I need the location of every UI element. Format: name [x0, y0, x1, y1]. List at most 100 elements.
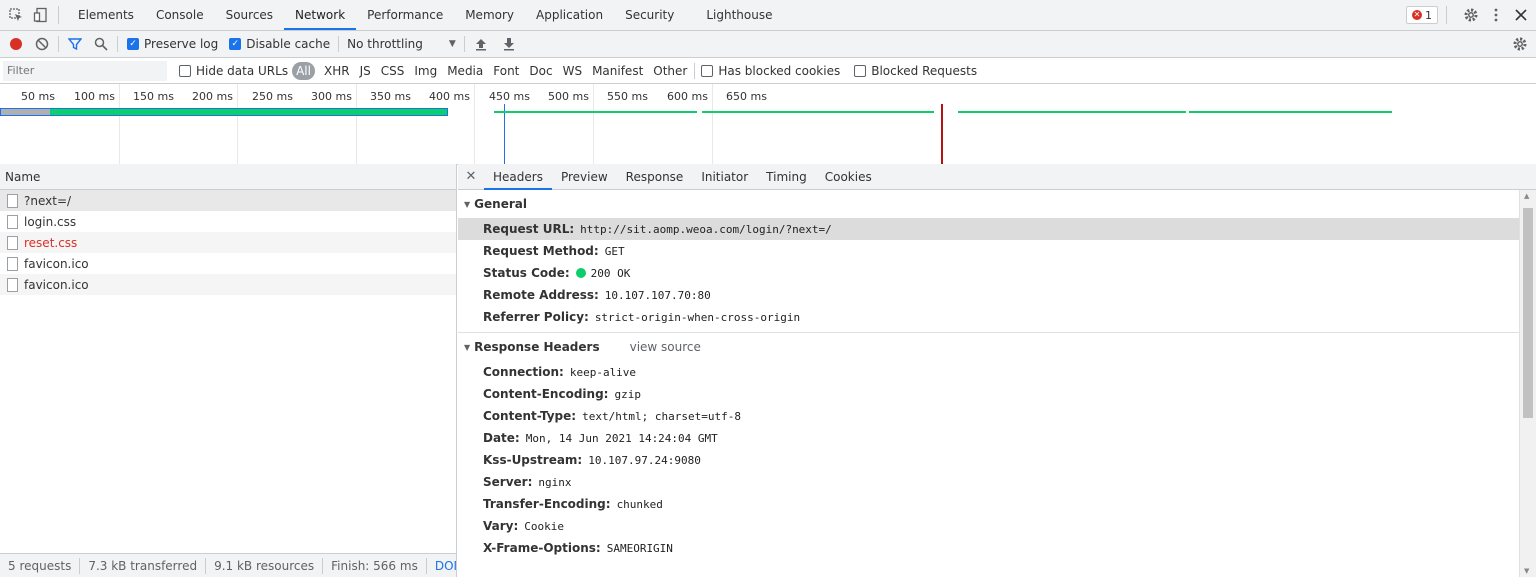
search-icon[interactable] [93, 36, 109, 52]
header-row: Transfer-Encoding: chunked [458, 493, 1519, 515]
clear-icon[interactable] [34, 36, 50, 52]
timeline-overview[interactable]: 50 ms 100 ms 150 ms 200 ms 250 ms 300 ms 350 m… [0, 84, 1536, 165]
separator [694, 62, 696, 79]
timeline-tick-label: 350 ms [370, 90, 411, 103]
close-details-icon[interactable]: ✕ [458, 169, 484, 184]
throttling-select[interactable]: No throttling ▼ [347, 37, 456, 51]
timeline-bar-main-queue [1, 109, 50, 115]
tab-network[interactable]: Network [284, 0, 357, 30]
detail-tabs: Headers Preview Response Initiator Timing Coo… [484, 164, 881, 190]
blocked-requests-checkbox[interactable]: Blocked Requests [854, 64, 977, 78]
tab-lighthouse[interactable]: Lighthouse [695, 0, 783, 30]
header-value: chunked [616, 497, 663, 511]
separator [117, 36, 118, 52]
request-name: reset.css [24, 235, 78, 250]
filter-input[interactable] [3, 60, 167, 81]
column-header-name[interactable]: Name [0, 164, 456, 190]
request-row[interactable]: reset.css [0, 232, 456, 253]
preserve-log-checkbox[interactable]: ✓ Preserve log [127, 37, 218, 51]
request-row[interactable]: favicon.ico [0, 253, 456, 274]
request-name: ?next=/ [24, 193, 72, 208]
request-row[interactable]: ?next=/ [0, 190, 456, 211]
blocked-requests-label: Blocked Requests [871, 63, 978, 78]
type-filter-all[interactable]: All [292, 61, 315, 80]
error-icon: ✕ [1412, 10, 1422, 20]
header-key: Transfer-Encoding: [483, 497, 611, 511]
details-scrollbar[interactable]: ▲ ▼ [1519, 190, 1536, 577]
response-header-rows: Connection: keep-alive Content-Encoding: gz… [458, 361, 1519, 559]
export-har-icon[interactable] [501, 36, 517, 52]
disable-cache-checkbox[interactable]: ✓ Disable cache [229, 37, 330, 51]
preserve-log-label: Preserve log [144, 37, 219, 51]
type-filter-font[interactable]: Font [488, 62, 524, 80]
detail-tabbar: ✕ Headers Preview Response Initiator Timing C… [458, 164, 1536, 190]
scroll-thumb[interactable] [1523, 208, 1533, 418]
network-toolbar: ✓ Preserve log ✓ Disable cache No thrott… [0, 31, 1536, 58]
type-filter-xhr[interactable]: XHR [319, 62, 355, 80]
request-row[interactable]: login.css [0, 211, 456, 232]
settings-gear-icon[interactable] [1462, 6, 1480, 24]
header-key: Content-Encoding: [483, 387, 609, 401]
header-value: Mon, 14 Jun 2021 14:24:04 GMT [525, 431, 718, 445]
hide-data-urls-checkbox[interactable]: Hide data URLs [179, 64, 288, 78]
detail-tab-headers[interactable]: Headers [484, 164, 552, 190]
filter-funnel-icon[interactable] [67, 36, 83, 52]
document-icon [7, 193, 18, 208]
inspect-element-icon[interactable] [7, 6, 25, 24]
timeline-tick-label: 550 ms [607, 90, 648, 103]
separator [338, 36, 340, 52]
transferred-size: 7.3 kB transferred [80, 557, 207, 574]
triangle-down-icon: ▼ [464, 342, 471, 352]
type-filter-other[interactable]: Other [648, 62, 692, 80]
import-har-icon[interactable] [473, 36, 489, 52]
timeline-tick-label: 450 ms [489, 90, 530, 103]
resources-size: 9.1 kB resources [206, 557, 324, 574]
header-key: Date: [483, 431, 520, 445]
detail-tab-initiator[interactable]: Initiator [692, 164, 757, 190]
response-headers-title: Response Headers [474, 340, 600, 354]
header-row: Request URL: http://sit.aomp.weoa.com/log… [458, 218, 1519, 240]
more-options-icon[interactable] [1487, 6, 1505, 24]
check-icon: ✓ [229, 38, 242, 50]
record-icon[interactable] [8, 36, 24, 52]
header-value: Cookie [524, 519, 565, 533]
separator [1446, 6, 1447, 24]
type-filter-doc[interactable]: Doc [524, 62, 557, 80]
has-blocked-cookies-checkbox[interactable]: Has blocked cookies [701, 64, 840, 78]
header-value: 200 OK [590, 266, 631, 280]
scroll-up-icon[interactable]: ▲ [1524, 192, 1529, 200]
header-key: Remote Address: [483, 288, 599, 302]
detail-tab-response[interactable]: Response [617, 164, 693, 190]
header-row: Referrer Policy: strict-origin-when-cross… [458, 306, 1519, 328]
request-row[interactable]: favicon.ico [0, 274, 456, 295]
hide-data-urls-label: Hide data URLs [196, 63, 289, 78]
type-filter-ws[interactable]: WS [558, 62, 587, 80]
type-filter-manifest[interactable]: Manifest [587, 62, 648, 80]
general-rows: Request URL: http://sit.aomp.weoa.com/log… [458, 218, 1519, 328]
type-filter-img[interactable]: Img [409, 62, 442, 80]
general-section-toggle[interactable]: ▼ General [458, 190, 1519, 218]
tab-console[interactable]: Console [145, 0, 215, 30]
tab-performance[interactable]: Performance [356, 0, 454, 30]
tab-memory[interactable]: Memory [454, 0, 525, 30]
header-key: Vary: [483, 519, 519, 533]
error-count-badge[interactable]: ✕ 1 [1406, 6, 1438, 24]
tab-sources[interactable]: Sources [215, 0, 284, 30]
tab-security[interactable]: Security [614, 0, 685, 30]
response-headers-section-toggle[interactable]: ▼ Response Headers view source [458, 333, 1519, 361]
view-source-link[interactable]: view source [630, 340, 701, 354]
tab-application[interactable]: Application [525, 0, 614, 30]
header-key: Status Code: [483, 266, 570, 280]
detail-tab-cookies[interactable]: Cookies [816, 164, 881, 190]
device-toolbar-icon[interactable] [32, 6, 50, 24]
detail-tab-preview[interactable]: Preview [552, 164, 617, 190]
detail-tab-timing[interactable]: Timing [757, 164, 816, 190]
type-filter-css[interactable]: CSS [376, 62, 410, 80]
network-settings-gear-icon[interactable] [1512, 36, 1528, 52]
type-filter-js[interactable]: JS [355, 62, 376, 80]
close-devtools-icon[interactable] [1512, 6, 1530, 24]
scroll-down-icon[interactable]: ▼ [1524, 567, 1529, 575]
type-filter-media[interactable]: Media [442, 62, 488, 80]
tab-elements[interactable]: Elements [67, 0, 145, 30]
header-key: Request Method: [483, 244, 599, 258]
